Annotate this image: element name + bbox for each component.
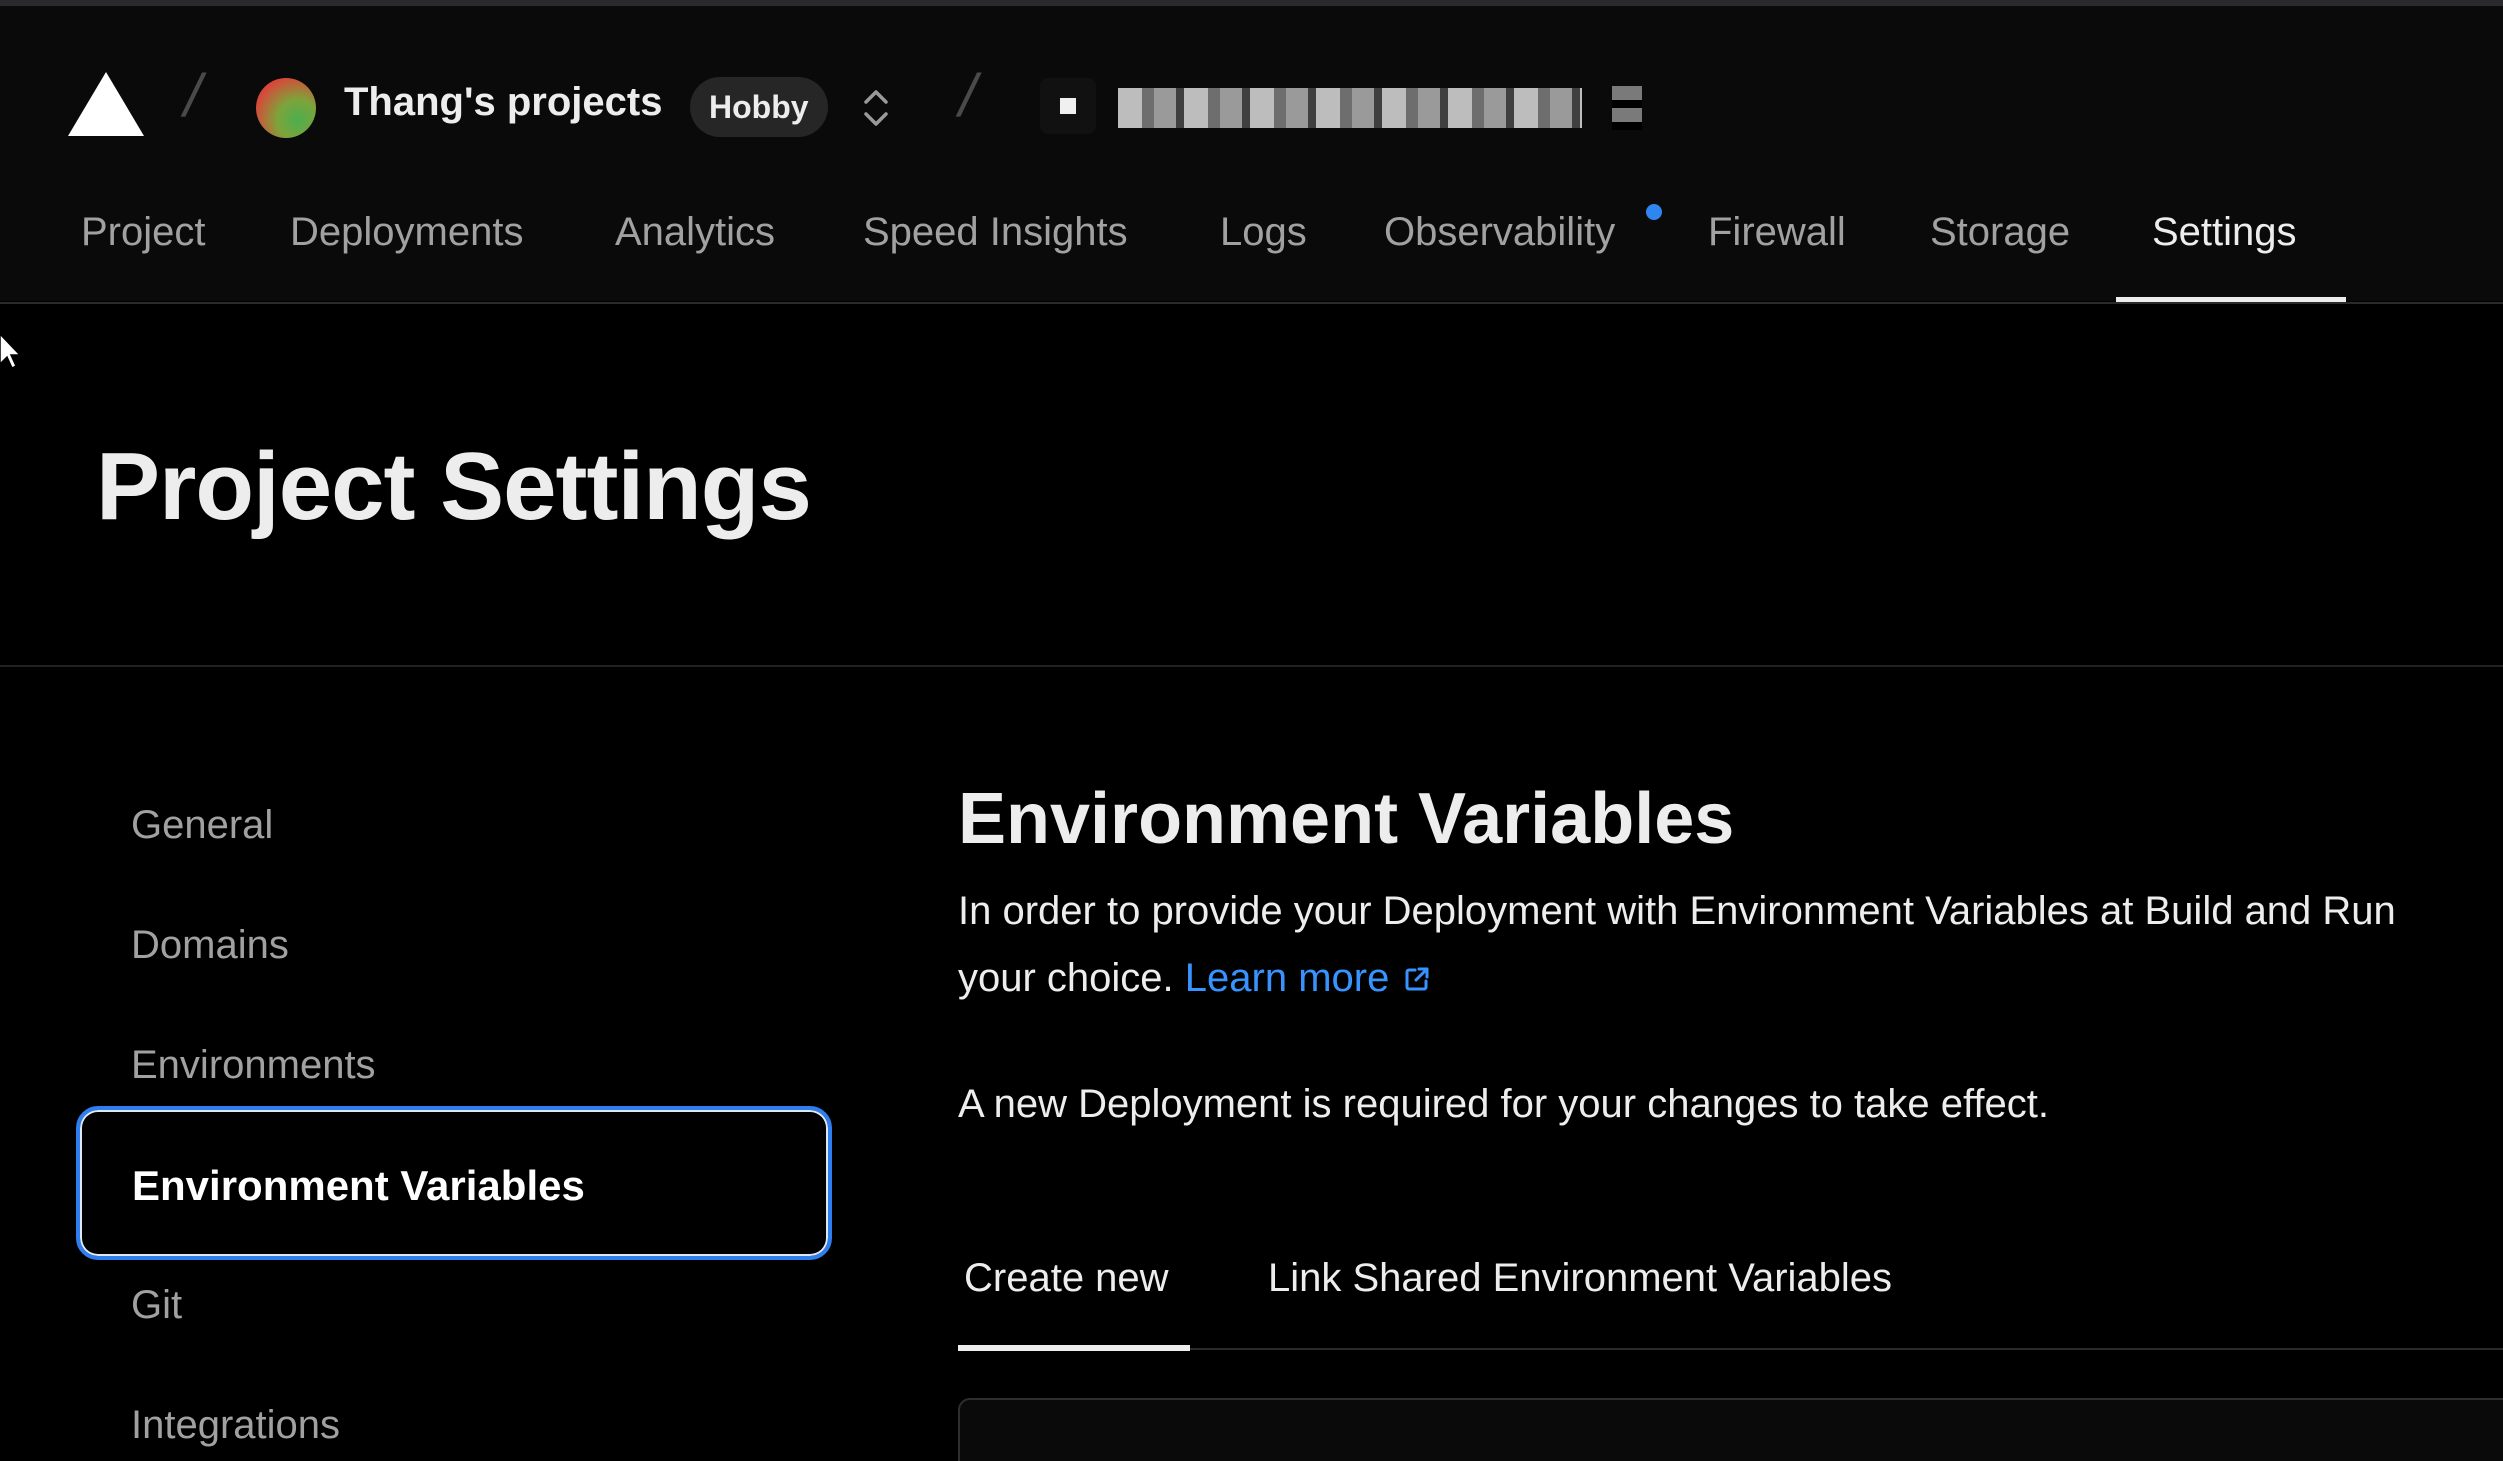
- tab-analytics[interactable]: Analytics: [615, 210, 775, 255]
- sidebar-item-label: Environment Variables: [132, 1162, 585, 1209]
- description-line: In order to provide your Deployment with…: [958, 889, 2396, 933]
- tab-storage[interactable]: Storage: [1930, 210, 2070, 255]
- external-link-icon: [1405, 967, 1429, 991]
- learn-more-link[interactable]: Learn more: [1185, 956, 1432, 1000]
- sidebar-item-domains[interactable]: Domains: [131, 923, 289, 968]
- page-title: Project Settings: [96, 433, 812, 540]
- sidebar-item-environments[interactable]: Environments: [131, 1043, 376, 1088]
- tab-create-new[interactable]: Create new: [964, 1256, 1169, 1301]
- project-name-redacted[interactable]: project-name-redacted: [1118, 88, 1582, 128]
- section-description: In order to provide your Deployment with…: [958, 878, 2503, 1012]
- notification-dot: [1646, 204, 1662, 220]
- tab-link-shared-environment-variables[interactable]: Link Shared Environment Variables: [1268, 1256, 1892, 1301]
- project-icon[interactable]: [1040, 78, 1096, 134]
- top-header: / Thang's projects Hobby / project-name-…: [0, 6, 2503, 301]
- sidebar-item-environment-variables[interactable]: Environment Variables: [76, 1106, 832, 1260]
- sidebar-item-general[interactable]: General: [131, 803, 273, 848]
- tab-logs[interactable]: Logs: [1220, 210, 1307, 255]
- plan-badge: Hobby: [690, 77, 828, 137]
- tab-firewall[interactable]: Firewall: [1708, 210, 1846, 255]
- create-variable-form-card: [958, 1398, 2503, 1461]
- breadcrumb-separator: /: [177, 62, 209, 129]
- breadcrumb-separator: /: [952, 62, 984, 129]
- section-title: Environment Variables: [958, 779, 1735, 859]
- mouse-cursor-icon: [0, 334, 22, 370]
- tab-settings[interactable]: Settings: [2152, 210, 2297, 255]
- divider: [0, 302, 2503, 304]
- tab-deployments[interactable]: Deployments: [290, 210, 523, 255]
- project-settings-page: / Thang's projects Hobby / project-name-…: [0, 0, 2503, 1461]
- sidebar-item-git[interactable]: Git: [131, 1283, 182, 1328]
- tab-speed-insights[interactable]: Speed Insights: [863, 210, 1128, 255]
- team-avatar[interactable]: [256, 78, 316, 138]
- sidebar-item-integrations[interactable]: Integrations: [131, 1403, 340, 1448]
- chevron-up-down-icon[interactable]: [858, 84, 894, 132]
- description-line: your choice. Learn more: [958, 945, 2503, 1012]
- tab-project[interactable]: Project: [81, 210, 206, 255]
- vercel-logo-icon[interactable]: [68, 72, 144, 136]
- learn-more-label: Learn more: [1184, 956, 1390, 1000]
- project-switcher-redacted[interactable]: [1612, 86, 1642, 130]
- active-tab-indicator: [958, 1345, 1190, 1351]
- team-name[interactable]: Thang's projects: [344, 80, 662, 125]
- redeploy-notice: A new Deployment is required for your ch…: [958, 1082, 2049, 1126]
- description-text: your choice.: [958, 956, 1185, 1000]
- tab-observability[interactable]: Observability: [1384, 210, 1615, 255]
- divider: [0, 665, 2503, 667]
